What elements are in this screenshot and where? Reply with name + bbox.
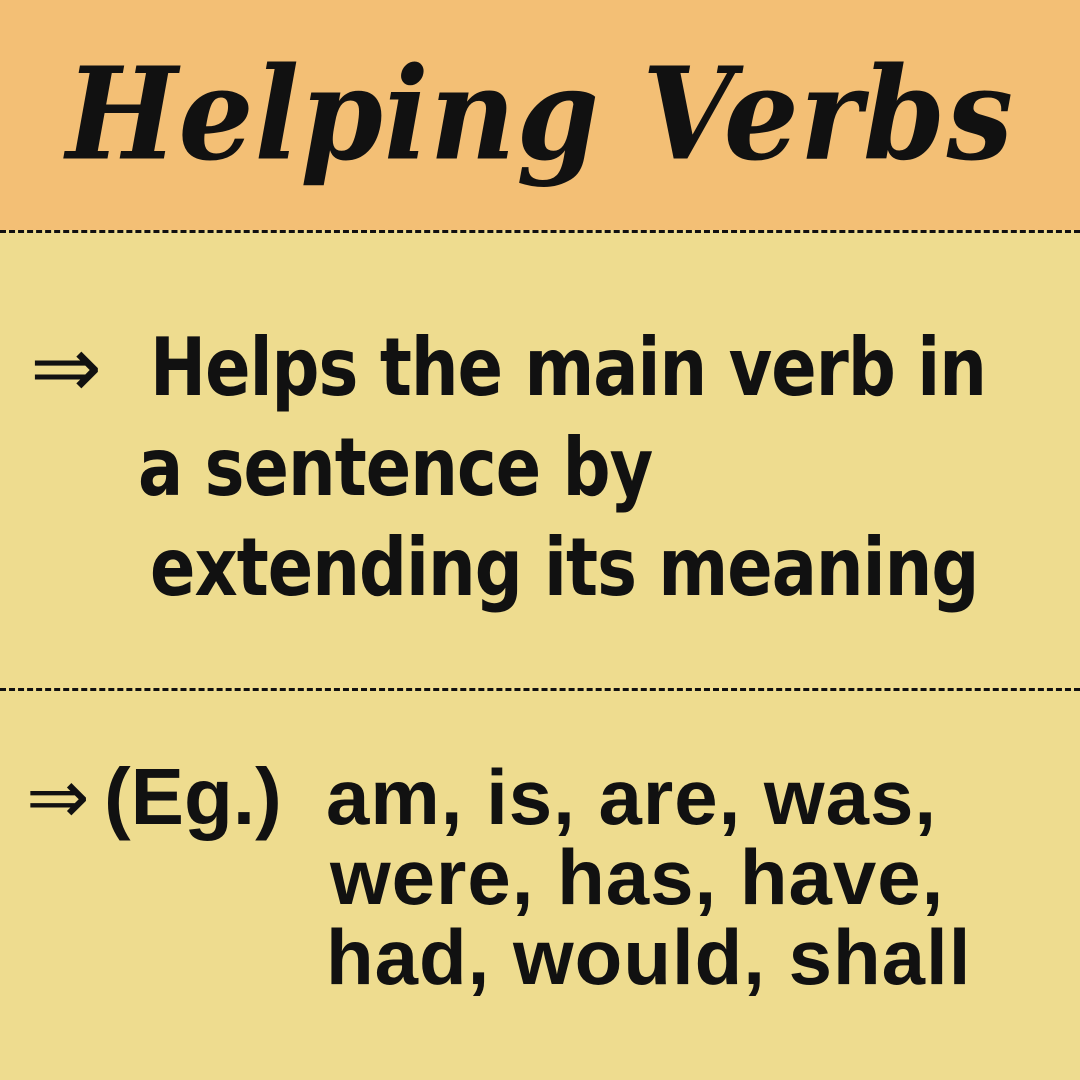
definition-line: Helps the main verb in — [150, 321, 987, 414]
example-label: (Eg.) — [104, 752, 282, 841]
definition-line: extending its meaning — [150, 521, 979, 614]
dashed-divider-middle — [0, 688, 1080, 691]
example-line: had, would, shall — [326, 913, 972, 1001]
header-band: Helping Verbs — [0, 0, 1080, 230]
example-line: were, has, have, — [330, 833, 945, 921]
definition-line: a sentence by — [138, 421, 653, 514]
right-double-arrow-icon: ⇒ — [26, 752, 90, 841]
dashed-divider-top — [0, 230, 1080, 233]
page-title: Helping Verbs — [65, 38, 1014, 189]
right-double-arrow-icon: ⇒ — [30, 318, 103, 418]
example-line: am, is, are, was, — [326, 753, 938, 841]
